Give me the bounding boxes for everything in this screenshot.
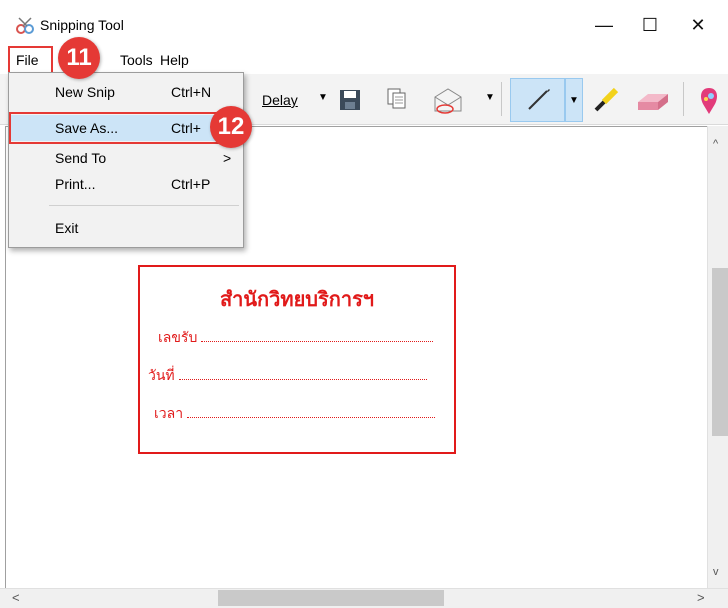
- menu-bar: File Tools Help: [0, 46, 728, 74]
- send-email-icon[interactable]: [432, 85, 464, 115]
- file-menu-dropdown: New Snip Ctrl+N Save As... Ctrl+ Send To…: [8, 72, 244, 248]
- eraser-icon[interactable]: [634, 88, 670, 112]
- save-icon[interactable]: [339, 89, 361, 111]
- pen-button[interactable]: [510, 78, 565, 122]
- toolbar-separator: [683, 82, 684, 116]
- print-label: Print...: [55, 176, 96, 192]
- menu-item-print[interactable]: Print... Ctrl+P: [11, 171, 239, 197]
- stamp-date-label: วันที่: [148, 367, 175, 383]
- toolbar-separator: [501, 82, 502, 116]
- stamp-line-date: วันที่: [148, 365, 427, 387]
- send-to-label: Send To: [55, 150, 107, 166]
- menu-help[interactable]: Help: [160, 52, 189, 68]
- stamp-receipt-label: เลขรับ: [158, 329, 198, 345]
- send-dropdown-arrow[interactable]: ▼: [485, 92, 495, 103]
- snipping-tool-icon: [16, 17, 34, 34]
- stamp-title: สำนักวิทยบริการฯ: [219, 289, 375, 311]
- delay-dropdown-arrow[interactable]: ▼: [318, 92, 328, 103]
- copy-icon[interactable]: [386, 87, 408, 111]
- close-button[interactable]: ✕: [675, 10, 721, 40]
- paint-3d-icon[interactable]: [697, 86, 721, 116]
- print-shortcut: Ctrl+P: [171, 176, 211, 192]
- stamp-image: สำนักวิทยบริการฯ เลขรับ วันที่ เวลา: [138, 265, 456, 454]
- close-icon: ✕: [690, 14, 706, 35]
- submenu-arrow-icon: >: [223, 150, 232, 166]
- file-menu-highlight: [8, 46, 53, 74]
- delay-label: Delay: [262, 92, 298, 108]
- scroll-up-icon[interactable]: ^: [713, 138, 718, 150]
- stamp-line-receipt: เลขรับ: [158, 327, 434, 349]
- new-snip-shortcut: Ctrl+N: [171, 84, 212, 100]
- maximize-icon: ☐: [641, 14, 659, 35]
- horizontal-scroll-thumb[interactable]: [218, 590, 444, 606]
- exit-label: Exit: [55, 220, 79, 236]
- scroll-right-icon[interactable]: >: [697, 590, 705, 605]
- new-snip-label: New Snip: [55, 84, 115, 100]
- highlighter-icon[interactable]: [590, 86, 622, 114]
- scroll-left-icon[interactable]: <: [12, 590, 20, 605]
- delay-button[interactable]: Delay: [262, 92, 298, 108]
- scroll-down-icon[interactable]: v: [713, 566, 719, 578]
- step-badge-11: 11: [58, 37, 100, 79]
- minimize-icon: —: [595, 14, 613, 35]
- maximize-button[interactable]: ☐: [627, 10, 673, 40]
- menu-tools[interactable]: Tools: [120, 52, 153, 68]
- pen-dropdown-arrow[interactable]: ▼: [565, 78, 583, 122]
- menu-item-send-to[interactable]: Send To >: [11, 145, 239, 171]
- vertical-scroll-thumb[interactable]: [712, 268, 728, 436]
- window-title: Snipping Tool: [40, 17, 124, 33]
- title-bar: Snipping Tool — ☐ ✕: [0, 0, 728, 40]
- step-badge-12: 12: [210, 106, 252, 148]
- menu-item-new-snip[interactable]: New Snip Ctrl+N: [11, 79, 239, 105]
- stamp-line-time: เวลา: [154, 403, 435, 425]
- menu-separator: [49, 205, 239, 206]
- stamp-time-label: เวลา: [154, 405, 184, 421]
- pen-icon: [528, 89, 550, 110]
- minimize-button[interactable]: —: [581, 10, 627, 40]
- save-as-highlight: [9, 112, 235, 144]
- menu-item-exit[interactable]: Exit: [11, 215, 239, 241]
